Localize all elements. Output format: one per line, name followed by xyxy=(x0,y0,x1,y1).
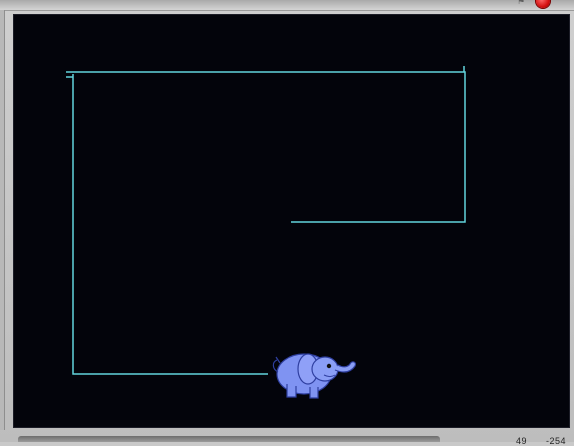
stop-sign-icon[interactable] xyxy=(536,0,550,8)
pen-trail-left-bottom xyxy=(72,74,268,375)
left-panel-edge xyxy=(0,10,5,430)
elephant-sprite[interactable] xyxy=(269,342,359,404)
y-coordinate: -254 xyxy=(545,436,566,446)
mouse-coordinates: 49 -254 xyxy=(500,436,566,446)
pen-trail-top-right xyxy=(66,71,466,223)
x-coordinate: 49 xyxy=(515,436,527,446)
green-flag-icon[interactable]: ⚑ xyxy=(517,0,529,6)
elephant-icon xyxy=(272,353,357,399)
scratch-window-frame: ⚑ 49 -254 xyxy=(0,0,574,446)
stage-canvas[interactable] xyxy=(13,14,570,428)
top-toolbar-strip: ⚑ xyxy=(0,0,574,11)
horizontal-scrollbar[interactable] xyxy=(18,436,440,442)
